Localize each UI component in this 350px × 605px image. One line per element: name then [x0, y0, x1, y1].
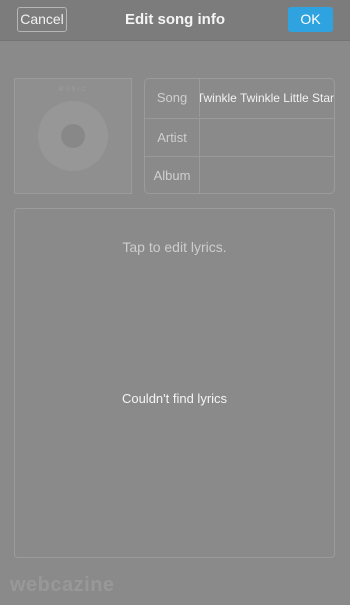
song-field-row[interactable]: Song Twinkle Twinkle Little Star: [145, 79, 334, 117]
album-art[interactable]: MUSIC: [14, 78, 132, 194]
watermark: webcazine: [10, 574, 115, 596]
disc-icon: [38, 101, 108, 171]
artist-input[interactable]: [200, 119, 334, 157]
ok-button[interactable]: OK: [288, 7, 333, 32]
page-title: Edit song info: [125, 11, 225, 28]
lyrics-hint: Tap to edit lyrics.: [122, 239, 227, 255]
song-input-text: Twinkle Twinkle Little Star: [200, 91, 334, 105]
artist-field-row[interactable]: Artist: [145, 118, 334, 157]
artist-label: Artist: [145, 119, 200, 157]
lyrics-empty-message: Couldn't find lyrics: [121, 391, 228, 406]
lyrics-area[interactable]: Tap to edit lyrics. Couldn't find lyrics: [14, 208, 335, 558]
disc-hole: [61, 124, 85, 148]
top-bar: Cancel Edit song info OK: [0, 0, 350, 41]
song-info-fields: Song Twinkle Twinkle Little Star Artist …: [144, 78, 335, 194]
song-input[interactable]: Twinkle Twinkle Little Star: [200, 79, 334, 117]
song-label: Song: [145, 79, 200, 117]
album-input[interactable]: [200, 157, 334, 193]
cancel-button[interactable]: Cancel: [17, 7, 67, 32]
album-label: Album: [145, 157, 200, 193]
album-field-row[interactable]: Album: [145, 156, 334, 193]
album-art-text: MUSIC: [58, 87, 88, 93]
